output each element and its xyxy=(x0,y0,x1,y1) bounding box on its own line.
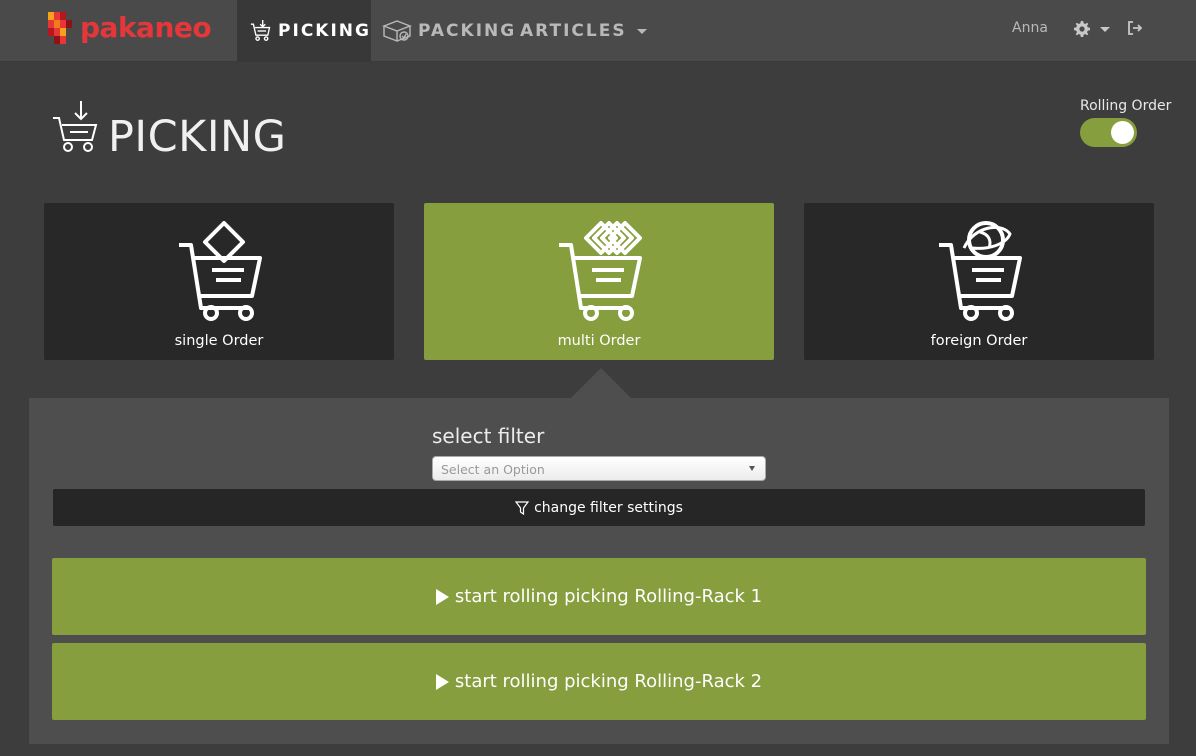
select-arrow-icon xyxy=(749,466,755,471)
rolling-order-label: Rolling Order xyxy=(1080,98,1172,114)
start-rolling-rack-2-button[interactable]: start rolling picking Rolling-Rack 2 xyxy=(52,643,1146,720)
filter-select-placeholder: Select an Option xyxy=(441,462,545,477)
logout-icon xyxy=(1128,21,1143,35)
cart-globe-icon xyxy=(939,221,1022,321)
tab-articles[interactable]: ARTICLES xyxy=(520,0,647,62)
tab-articles-label: ARTICLES xyxy=(520,21,627,41)
single-order-label: single Order xyxy=(174,333,264,349)
single-order-tile[interactable]: single Order xyxy=(44,203,394,360)
foreign-order-label: foreign Order xyxy=(930,333,1028,349)
rolling-order-toggle[interactable] xyxy=(1080,118,1137,147)
logout-button[interactable] xyxy=(1127,20,1143,40)
play-icon xyxy=(435,673,449,690)
cart-download-icon xyxy=(250,19,271,42)
brand-name: pakaneo xyxy=(80,11,212,44)
caret-down-icon xyxy=(1100,26,1110,32)
cart-download-icon xyxy=(53,101,98,152)
page-title: PICKING xyxy=(108,112,287,162)
tab-packing-label: PACKING xyxy=(418,21,517,41)
toggle-knob xyxy=(1111,121,1134,144)
settings-menu[interactable] xyxy=(1074,20,1110,38)
tab-picking[interactable]: PICKING xyxy=(237,0,371,62)
start-rolling-rack-1-button[interactable]: start rolling picking Rolling-Rack 1 xyxy=(52,558,1146,635)
change-filter-settings-label: change filter settings xyxy=(534,499,683,516)
user-name[interactable]: Anna xyxy=(1012,20,1048,36)
navbar: pakaneo PICKING PACKING ARTICLES Anna xyxy=(0,0,1196,62)
logo-mark-icon xyxy=(48,12,72,44)
filter-select[interactable]: Select an Option xyxy=(432,456,766,481)
brand-logo[interactable]: pakaneo xyxy=(48,11,212,44)
filter-icon xyxy=(515,500,530,515)
multi-order-label: multi Order xyxy=(557,333,641,349)
multi-order-tile[interactable]: multi Order xyxy=(424,203,774,360)
play-icon xyxy=(435,588,449,605)
tab-picking-label: PICKING xyxy=(278,21,371,41)
cart-multi-icon xyxy=(559,221,642,321)
change-filter-settings-button[interactable]: change filter settings xyxy=(53,489,1145,526)
caret-down-icon xyxy=(636,28,647,34)
gear-icon xyxy=(1074,21,1090,37)
foreign-order-tile[interactable]: foreign Order xyxy=(804,203,1154,360)
cart-single-icon xyxy=(179,221,262,321)
tab-packing[interactable]: PACKING xyxy=(382,0,516,62)
panel-pointer xyxy=(571,368,631,398)
box-icon xyxy=(382,20,412,43)
rack-2-label: start rolling picking Rolling-Rack 2 xyxy=(454,671,763,692)
rack-1-label: start rolling picking Rolling-Rack 1 xyxy=(454,586,763,607)
filter-title: select filter xyxy=(432,424,545,448)
